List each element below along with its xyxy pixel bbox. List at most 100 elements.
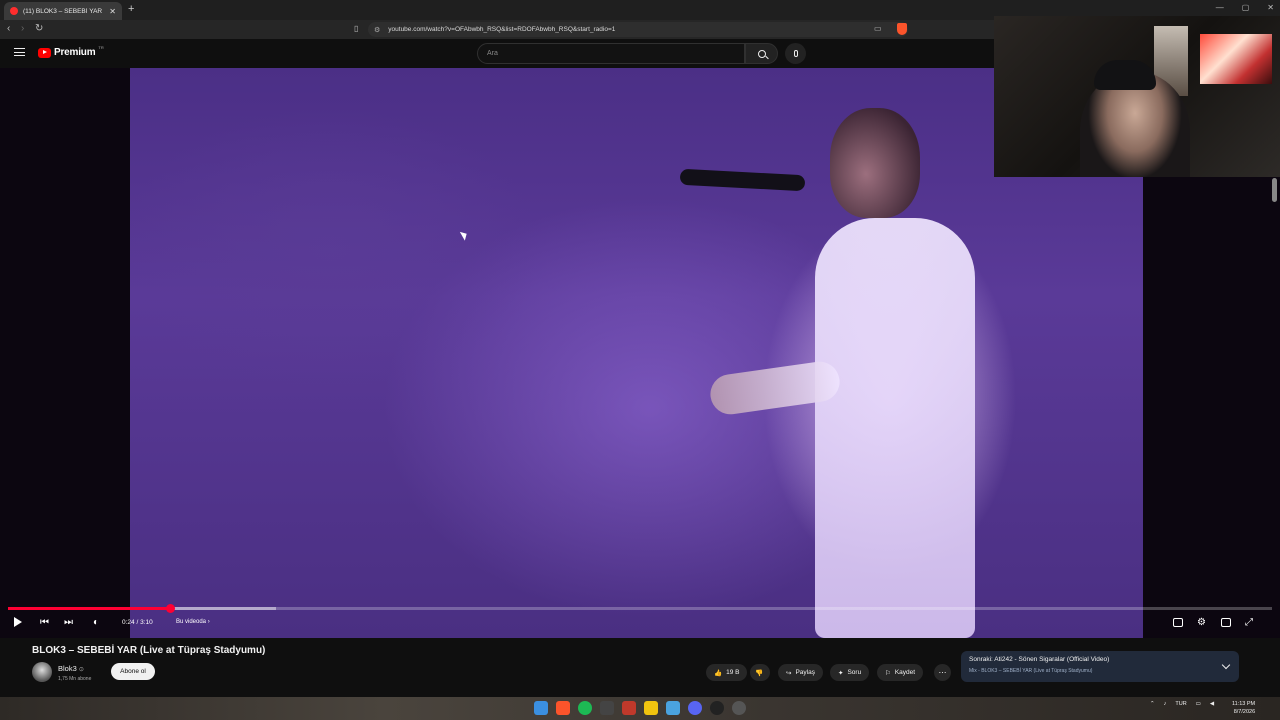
maximize-icon[interactable]: ▢ <box>1242 3 1250 12</box>
search-button[interactable] <box>745 43 778 64</box>
speaker-icon[interactable]: ◀ <box>1210 701 1214 707</box>
verified-icon: ⊙ <box>78 667 84 673</box>
webcam-background-screen <box>1200 34 1272 84</box>
chapter-button[interactable]: Bu videoda › <box>176 619 210 625</box>
scrubber-handle[interactable] <box>165 604 175 613</box>
url-field[interactable]: ⚙ youtube.com/watch?v=OFAbwbh_RSQ&list=R… <box>368 22 908 37</box>
fullscreen-icon[interactable]: ⤢ <box>1245 617 1253 628</box>
channel-avatar[interactable] <box>32 662 52 682</box>
close-window-icon[interactable]: ✕ <box>1267 3 1274 12</box>
browser-tab[interactable]: (11) BLOK3 – SEBEBİ YAR (Live a ✕ <box>4 2 122 20</box>
search-icon <box>757 49 766 58</box>
thumbs-down-icon: 👎 <box>755 669 764 677</box>
microphone-icon <box>793 50 798 57</box>
up-next-title: Sonraki: Ati242 - Sönen Sigaralar (Offic… <box>969 656 1110 663</box>
close-tab-icon[interactable]: ✕ <box>109 7 116 16</box>
video-title: BLOK3 – SEBEBİ YAR (Live at Tüpraş Stady… <box>32 645 266 656</box>
address-bar-row: ‹ › ↻ ▯ ⚙ youtube.com/watch?v=OFAbwbh_RS… <box>0 20 994 39</box>
clock[interactable]: 11:13 PM 8/7/2026 <box>1232 700 1255 716</box>
brave-shield-icon[interactable] <box>897 23 907 35</box>
tray-chevron-icon[interactable]: ⌃ <box>1150 701 1155 707</box>
thumbs-up-icon: 👍 <box>714 669 723 677</box>
logo-text: Premium <box>54 47 96 58</box>
singer-head <box>830 108 920 218</box>
volume-icon[interactable]: ◐ <box>93 617 99 628</box>
back-icon[interactable]: ‹ <box>7 23 10 34</box>
share-button[interactable]: ↪ Paylaş <box>778 664 823 681</box>
steam-icon[interactable] <box>710 701 724 715</box>
sparkle-icon: ✦ <box>838 669 844 677</box>
microphone-prop <box>679 168 806 192</box>
app-icon[interactable] <box>600 701 614 715</box>
reload-icon[interactable]: ↻ <box>35 23 43 34</box>
play-icon[interactable] <box>14 617 22 627</box>
channel-name-link[interactable]: Blok3 ⊙ <box>58 664 84 673</box>
voice-search-button[interactable] <box>785 43 806 64</box>
system-tray: ⌃ ♪ TUR ▭ ◀ <box>1150 701 1214 707</box>
clock-time: 11:13 PM <box>1232 701 1256 707</box>
new-tab-icon[interactable]: + <box>128 3 134 15</box>
previous-icon[interactable]: ⏮ <box>40 617 49 628</box>
youtube-play-logo-icon <box>38 47 51 58</box>
player-controls: ⏮ ⏭ ◐ 0:24 / 3:10 Bu videoda › ⚙ ⤢ <box>0 614 1280 632</box>
search-placeholder: Ara <box>487 50 498 57</box>
video-frame <box>130 68 1143 638</box>
ask-button[interactable]: ✦ Soru <box>830 664 870 681</box>
file-explorer-icon[interactable] <box>644 701 658 715</box>
singer-figure <box>815 218 975 638</box>
bookmark-icon[interactable]: ▯ <box>354 24 358 33</box>
youtube-header: Premium TR Ara <box>0 39 994 68</box>
like-button[interactable]: 👍 19 B <box>706 664 748 681</box>
search-input[interactable]: Ara <box>477 43 745 64</box>
share-icon: ↪ <box>786 669 792 677</box>
start-icon[interactable] <box>534 701 548 715</box>
chapter-label: Bu videoda <box>176 619 207 625</box>
tab-title: (11) BLOK3 – SEBEBİ YAR (Live a <box>23 7 104 15</box>
tray-mic-icon[interactable]: ♪ <box>1164 701 1167 707</box>
more-actions-button[interactable]: ⋯ <box>934 664 951 681</box>
save-button[interactable]: ⚐ Kaydet <box>877 664 924 681</box>
windows-taskbar: ⌃ ♪ TUR ▭ ◀ 11:13 PM 8/7/2026 <box>0 697 1280 720</box>
forward-icon[interactable]: › <box>21 23 24 34</box>
taskbar-apps <box>534 701 746 715</box>
dislike-button[interactable]: 👎 <box>750 664 770 681</box>
spotify-icon[interactable] <box>578 701 592 715</box>
obs-icon[interactable] <box>732 701 746 715</box>
bookmark-save-icon: ⚐ <box>885 669 891 677</box>
minimize-icon[interactable]: — <box>1216 3 1224 12</box>
ask-label: Soru <box>847 669 862 676</box>
subtitles-icon[interactable] <box>1173 618 1183 627</box>
cast-icon[interactable]: ▭ <box>874 24 882 33</box>
progress-bar[interactable] <box>8 604 1272 613</box>
webcam-person-cap <box>1094 60 1156 90</box>
app-icon-2[interactable] <box>622 701 636 715</box>
page-scrollbar[interactable] <box>1272 178 1277 202</box>
next-icon[interactable]: ⏭ <box>64 617 73 628</box>
more-icon: ⋯ <box>938 668 947 677</box>
network-icon[interactable]: ▭ <box>1196 701 1201 707</box>
menu-icon[interactable] <box>14 48 25 56</box>
youtube-premium-logo[interactable]: Premium TR <box>38 45 104 58</box>
up-next-subtitle: Mix - BLOK3 – SEBEBİ YAR (Live at Tüpraş… <box>969 668 1093 674</box>
logo-country: TR <box>98 45 104 50</box>
brave-icon[interactable] <box>556 701 570 715</box>
theater-mode-icon[interactable] <box>1221 618 1231 627</box>
up-next-panel[interactable]: Sonraki: Ati242 - Sönen Sigaralar (Offic… <box>961 651 1239 682</box>
url-text: youtube.com/watch?v=OFAbwbh_RSQ&list=RDO… <box>388 26 616 33</box>
language-indicator[interactable]: TUR <box>1175 701 1186 707</box>
share-label: Paylaş <box>795 669 815 676</box>
time-display: 0:24 / 3:10 <box>122 619 153 626</box>
like-count: 19 B <box>726 669 740 676</box>
channel-name: Blok3 <box>58 664 77 673</box>
subscribe-button[interactable]: Abone ol <box>111 663 155 680</box>
youtube-favicon-icon <box>10 7 18 15</box>
app-icon-3[interactable] <box>666 701 680 715</box>
window-controls: — ▢ ✕ <box>1216 3 1274 12</box>
subscriber-count: 1,75 Mn abone <box>58 676 92 682</box>
played-bar <box>8 607 170 610</box>
webcam-overlay <box>994 16 1280 177</box>
save-label: Kaydet <box>894 669 916 676</box>
discord-icon[interactable] <box>688 701 702 715</box>
settings-icon[interactable]: ⚙ <box>1197 617 1206 628</box>
site-info-icon[interactable]: ⚙ <box>374 26 380 34</box>
